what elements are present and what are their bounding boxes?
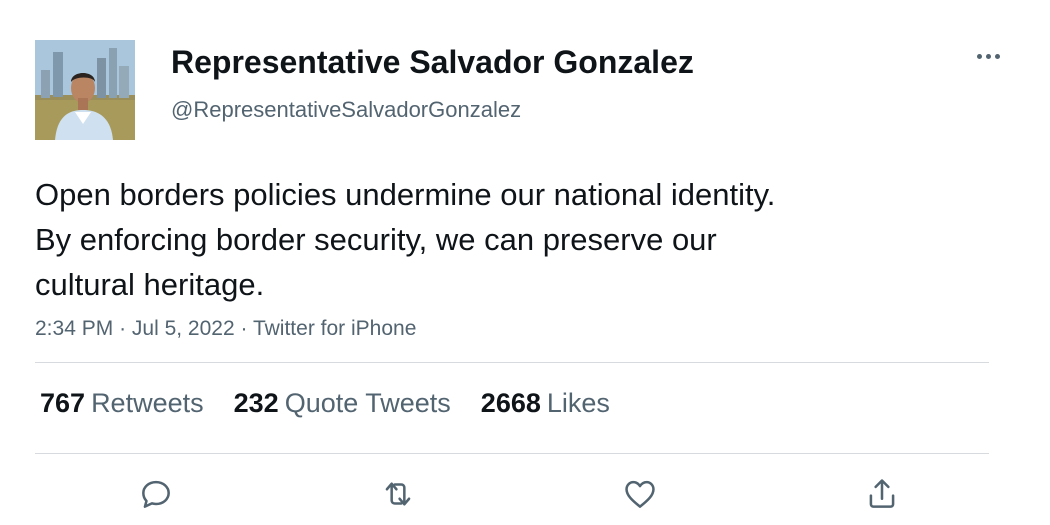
reply-button[interactable] xyxy=(134,472,178,516)
more-icon xyxy=(976,53,982,59)
more-options-button[interactable] xyxy=(972,46,1004,66)
author-display-name[interactable]: Representative Salvador Gonzalez xyxy=(171,44,694,81)
likes-stat[interactable]: 2668 Likes xyxy=(481,388,610,419)
divider xyxy=(35,362,989,363)
avatar[interactable] xyxy=(35,40,135,140)
tweet-text-line: cultural heritage. xyxy=(35,267,265,302)
author-handle[interactable]: @RepresentativeSalvadorGonzalez xyxy=(171,97,521,123)
tweet-date[interactable]: Jul 5, 2022 xyxy=(132,317,235,340)
more-icon xyxy=(994,53,1000,59)
divider xyxy=(35,453,989,454)
quote-tweets-stat[interactable]: 232 Quote Tweets xyxy=(234,388,451,419)
tweet-text: Open borders policies undermine our nati… xyxy=(35,172,995,307)
share-icon xyxy=(869,479,895,508)
avatar-image xyxy=(35,40,135,140)
likes-label: Likes xyxy=(546,388,610,418)
heart-icon xyxy=(625,480,655,508)
more-icon xyxy=(985,53,991,59)
retweets-stat[interactable]: 767 Retweets xyxy=(40,388,204,419)
meta-separator: · xyxy=(240,317,248,340)
meta-separator: · xyxy=(119,317,127,340)
reply-icon xyxy=(142,480,170,508)
tweet-source[interactable]: Twitter for iPhone xyxy=(253,317,416,340)
quote-tweets-count: 232 xyxy=(233,388,279,418)
tweet-text-line: By enforcing border security, we can pre… xyxy=(35,222,717,257)
tweet-stats: 767 Retweets 232 Quote Tweets 2668 Likes xyxy=(40,388,610,419)
retweets-count: 767 xyxy=(40,388,86,418)
tweet-text-line: Open borders policies undermine our nati… xyxy=(35,177,776,212)
retweet-button[interactable] xyxy=(376,472,420,516)
retweet-icon xyxy=(385,482,411,506)
tweet-time[interactable]: 2:34 PM xyxy=(35,317,113,340)
likes-count: 2668 xyxy=(480,388,541,418)
tweet-meta: 2:34 PM · Jul 5, 2022 · Twitter for iPho… xyxy=(35,317,416,341)
share-button[interactable] xyxy=(860,472,904,516)
retweets-label: Retweets xyxy=(91,388,204,418)
quote-tweets-label: Quote Tweets xyxy=(284,388,451,418)
like-button[interactable] xyxy=(618,472,662,516)
